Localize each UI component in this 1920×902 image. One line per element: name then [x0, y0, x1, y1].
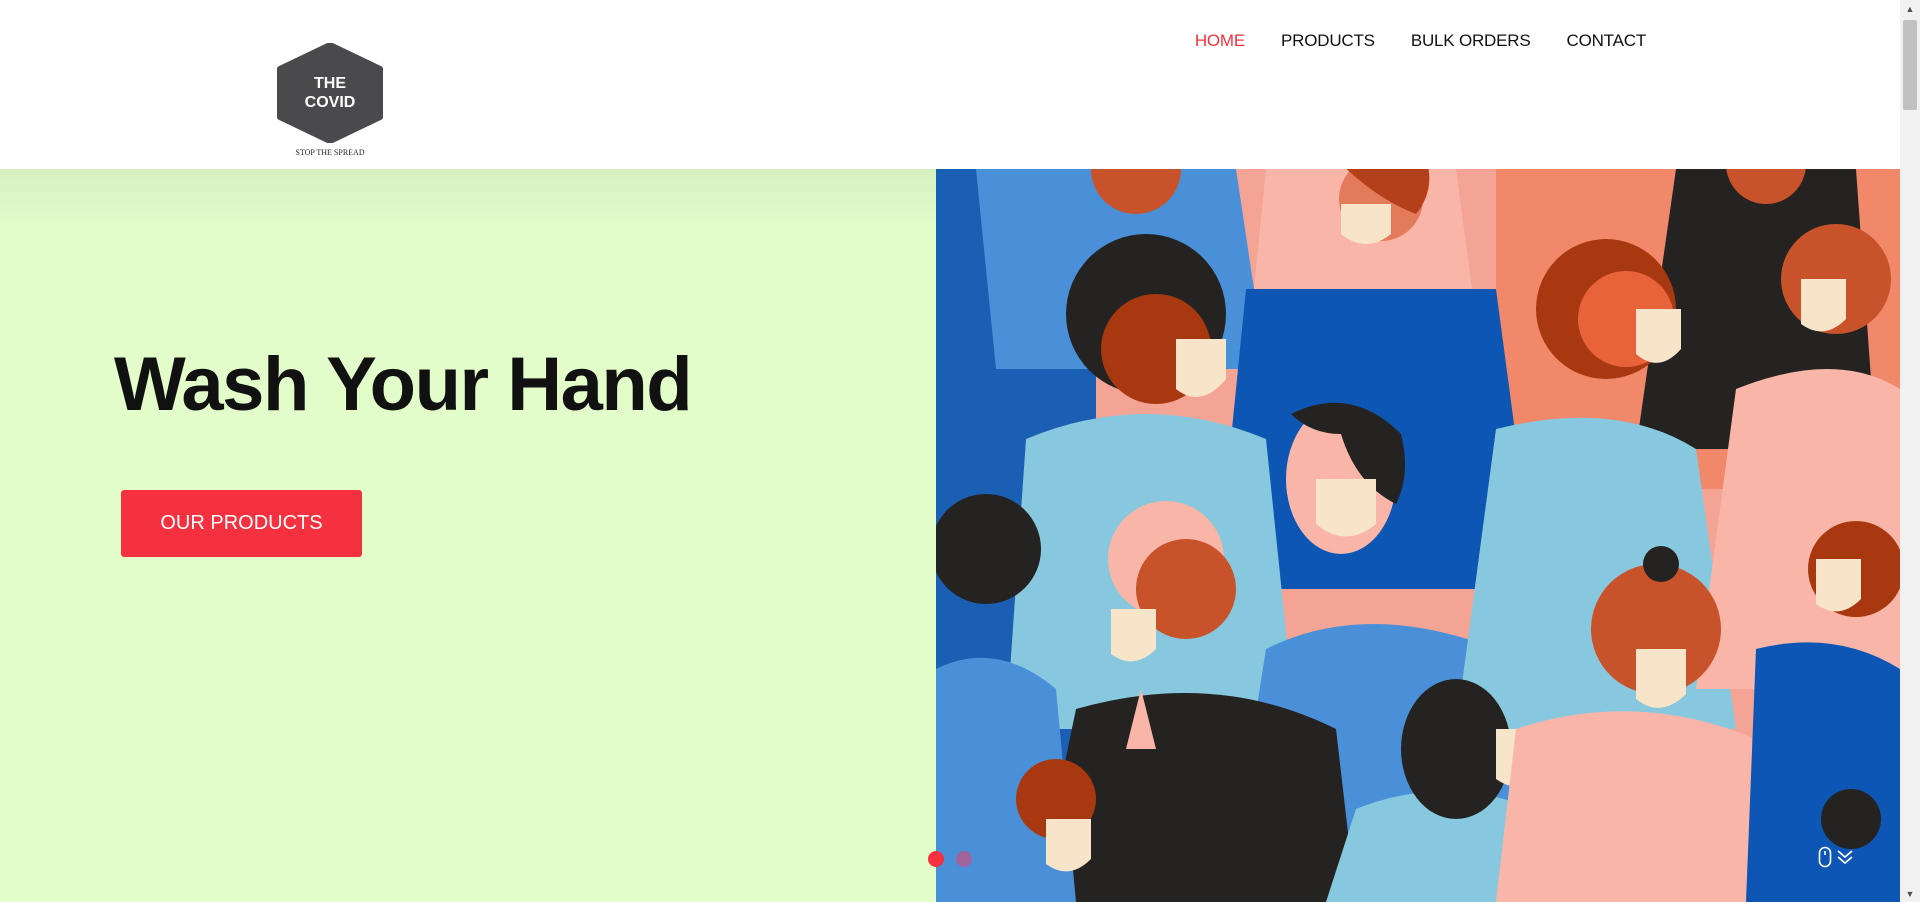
- hero-slider: Wash Your Hand OUR PRODUCTS: [0, 169, 1900, 902]
- scroll-down-hint[interactable]: [1818, 846, 1854, 868]
- scrollbar-thumb[interactable]: [1903, 20, 1917, 110]
- site-logo[interactable]: THE COVID STOP THE SPREAD: [274, 43, 386, 163]
- nav-item-home[interactable]: HOME: [1195, 31, 1245, 51]
- chevron-double-down-icon: [1837, 850, 1853, 865]
- logo-hexagon-icon: THE COVID: [277, 43, 383, 143]
- main-nav: HOME PRODUCTS BULK ORDERS CONTACT: [1195, 31, 1646, 51]
- nav-item-contact[interactable]: CONTACT: [1567, 31, 1647, 51]
- slide-dot-1[interactable]: [928, 851, 944, 867]
- crowd-masks-image: [936, 169, 1900, 902]
- nav-item-products[interactable]: PRODUCTS: [1281, 31, 1375, 51]
- nav-item-bulk-orders[interactable]: BULK ORDERS: [1411, 31, 1531, 51]
- site-header: THE COVID STOP THE SPREAD HOME PRODUCTS …: [0, 0, 1900, 169]
- page-scrollbar[interactable]: ▲ ▼: [1900, 0, 1920, 902]
- logo-line1: THE: [314, 75, 346, 92]
- crowd-illustration: [936, 169, 1900, 902]
- hero-text-panel: Wash Your Hand OUR PRODUCTS: [0, 169, 936, 902]
- slide-dot-2[interactable]: [956, 851, 972, 867]
- logo-line2: COVID: [305, 94, 356, 111]
- scroll-up-arrow-icon[interactable]: ▲: [1900, 0, 1920, 17]
- scroll-down-arrow-icon[interactable]: ▼: [1900, 885, 1920, 902]
- logo-tagline: STOP THE SPREAD: [295, 148, 365, 157]
- our-products-button[interactable]: OUR PRODUCTS: [121, 490, 362, 557]
- hero-title: Wash Your Hand: [114, 342, 693, 427]
- slider-pagination: [928, 851, 972, 867]
- hero-top-shadow: [0, 169, 936, 229]
- mouse-icon: [1818, 846, 1832, 868]
